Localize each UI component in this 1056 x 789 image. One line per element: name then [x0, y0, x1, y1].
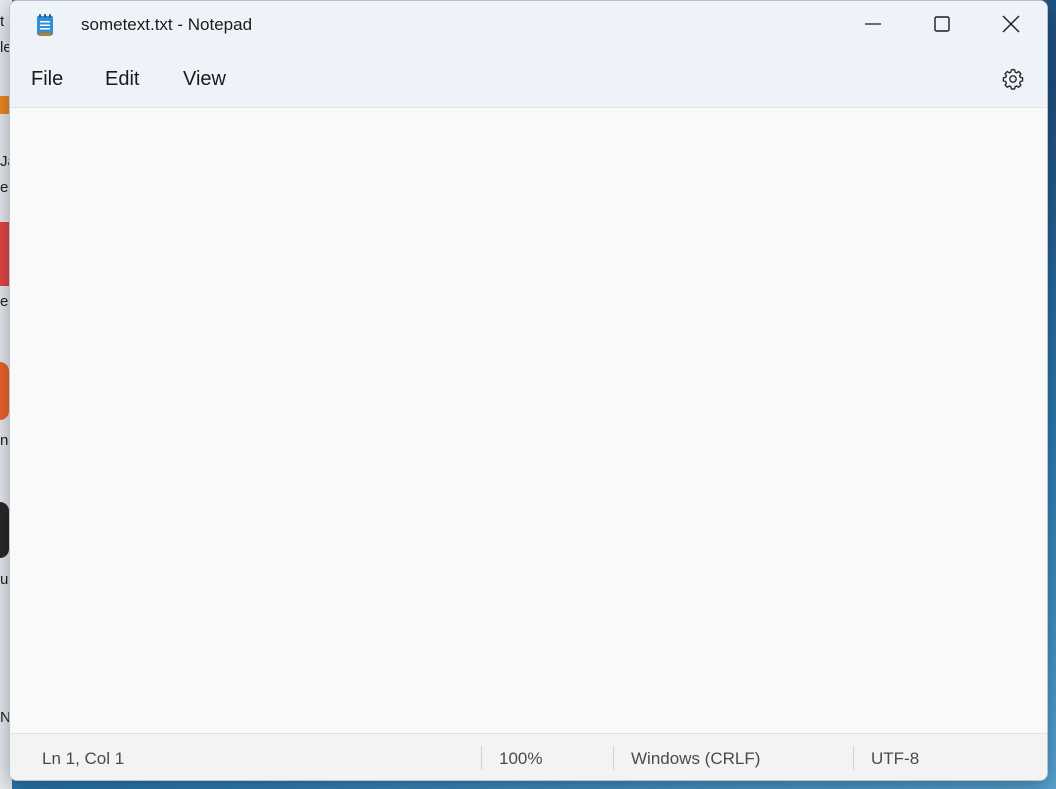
- desktop-app-icon[interactable]: [0, 502, 9, 558]
- status-divider: [853, 746, 854, 770]
- close-icon: [1002, 15, 1020, 33]
- title-bar[interactable]: sometext.txt - Notepad: [10, 1, 1047, 51]
- maximize-icon: [934, 16, 950, 32]
- close-button[interactable]: [976, 1, 1046, 47]
- minimize-button[interactable]: [838, 1, 908, 47]
- maximize-button[interactable]: [907, 1, 977, 47]
- desktop-icon-label: N: [0, 710, 9, 726]
- desktop-icon-label: u: [0, 572, 9, 588]
- encoding[interactable]: UTF-8: [871, 749, 919, 769]
- notepad-icon: [36, 13, 54, 37]
- menu-file[interactable]: File: [27, 68, 67, 91]
- desktop-icon-label: er: [0, 180, 9, 196]
- desktop-app-icon[interactable]: [0, 96, 9, 114]
- text-editor[interactable]: [10, 108, 1047, 733]
- cursor-position: Ln 1, Col 1: [42, 749, 125, 768]
- notepad-window: sometext.txt - Notepad File Edit View Ln…: [9, 0, 1048, 781]
- menu-bar: File Edit View: [10, 51, 1047, 108]
- desktop-icon-label: le: [0, 40, 9, 56]
- desktop-icon-label: t: [0, 14, 5, 30]
- desktop-icon-label: Ja: [0, 154, 9, 170]
- line-ending[interactable]: Windows (CRLF): [631, 749, 760, 769]
- desktop-app-icon[interactable]: [0, 222, 9, 286]
- menu-edit[interactable]: Edit: [101, 68, 143, 91]
- menu-view[interactable]: View: [179, 68, 230, 91]
- desktop-icon-label: n: [0, 433, 9, 449]
- window-title: sometext.txt - Notepad: [81, 15, 253, 34]
- status-bar: Ln 1, Col 1 100% Windows (CRLF) UTF-8: [10, 733, 1047, 780]
- status-divider: [481, 746, 482, 770]
- desktop-icon-label: e: [0, 294, 9, 310]
- settings-button[interactable]: [998, 66, 1028, 96]
- desktop-app-icon[interactable]: [0, 362, 9, 420]
- status-divider: [613, 746, 614, 770]
- minimize-icon: [865, 16, 881, 32]
- zoom-level[interactable]: 100%: [499, 749, 542, 769]
- gear-icon: [1001, 67, 1025, 96]
